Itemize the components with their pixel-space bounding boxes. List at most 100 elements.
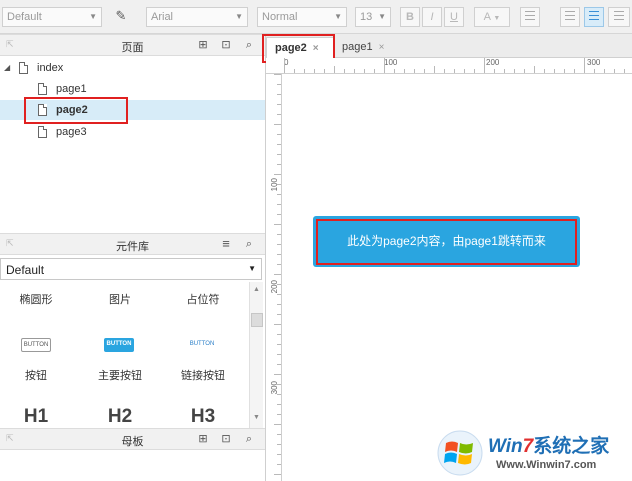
ruler-tick	[574, 69, 575, 73]
scrollbar-thumb[interactable]	[251, 313, 263, 327]
format-painter-icon[interactable]: ✎	[110, 7, 132, 27]
ruler-tick	[277, 84, 281, 85]
ruler-tick	[464, 69, 465, 73]
library-item-image[interactable]: 图片	[90, 291, 150, 307]
design-canvas[interactable]	[283, 75, 632, 481]
tree-item-page3[interactable]: page3	[0, 122, 265, 142]
font-weight-select[interactable]: Normal ▼	[257, 7, 347, 27]
ruler-tick	[594, 69, 595, 73]
pages-panel-header: ⇱ 页面 ⊞ ⊡ ⌕	[0, 34, 265, 56]
masters-panel-header: ⇱ 母板 ⊞ ⊡ ⌕	[0, 428, 265, 450]
ruler-tick	[624, 69, 625, 73]
tree-item-index[interactable]: ◢ index	[0, 58, 265, 78]
highlight-content-box	[316, 219, 577, 265]
library-item-placeholder[interactable]: 占位符	[173, 291, 233, 307]
ruler-tick	[274, 474, 281, 475]
ruler-tick	[524, 69, 525, 73]
search-icon[interactable]: ⌕	[242, 237, 256, 251]
font-color-button[interactable]: A ▼	[474, 7, 510, 27]
font-family-select[interactable]: Arial ▼	[146, 7, 248, 27]
search-icon[interactable]: ⌕	[242, 38, 256, 52]
scroll-up-icon[interactable]: ▲	[253, 286, 260, 293]
ruler-tick	[277, 154, 281, 155]
library-item-primary-button[interactable]: 主要按钮	[90, 367, 150, 383]
horizontal-ruler: 0 100 200 300	[266, 58, 632, 74]
ruler-tick	[277, 114, 281, 115]
ruler-tick	[394, 69, 395, 73]
ruler-tick	[277, 134, 281, 135]
ruler-tick	[277, 104, 281, 105]
ruler-tick	[414, 69, 415, 73]
chevron-down-icon: ▼	[493, 15, 501, 22]
primary-button-thumbnail[interactable]: BUTTON	[104, 338, 134, 352]
ruler-tick	[277, 234, 281, 235]
ruler-tick	[344, 69, 345, 73]
tab-page1[interactable]: page1 ×	[334, 37, 396, 58]
ruler-tick	[277, 244, 281, 245]
page-icon	[38, 83, 47, 95]
align-left-icon[interactable]	[560, 7, 580, 27]
ruler-tick	[274, 374, 281, 375]
library-item-link-button[interactable]: 链接按钮	[173, 367, 233, 383]
ruler-tick	[614, 69, 615, 73]
ruler-tick	[277, 214, 281, 215]
ruler-tick	[534, 66, 535, 73]
ruler-tick	[364, 69, 365, 73]
page-icon	[19, 62, 28, 74]
library-scrollbar[interactable]: ▲ ▼	[249, 282, 263, 428]
add-master-icon[interactable]: ⊞	[196, 432, 210, 446]
link-button-thumbnail[interactable]: BUTTON	[187, 338, 217, 352]
ruler-tick	[277, 254, 281, 255]
ruler-tick	[277, 334, 281, 335]
library-panel-header: ⇱ 元件库 ≡ ⌕	[0, 233, 265, 255]
ruler-tick	[304, 69, 305, 73]
ruler-tick	[474, 69, 475, 73]
library-item-button[interactable]: 按钮	[6, 367, 66, 383]
library-item-h3[interactable]: H3	[173, 406, 233, 428]
ruler-tick	[277, 204, 281, 205]
ruler-tick	[277, 294, 281, 295]
watermark-url: Www.Winwin7.com	[496, 459, 597, 471]
add-folder-icon[interactable]: ⊡	[219, 38, 233, 52]
ruler-tick	[277, 364, 281, 365]
ruler-tick	[284, 58, 285, 73]
page-icon	[38, 126, 47, 138]
style-select[interactable]: Default ▼	[2, 7, 102, 27]
ruler-tick	[277, 164, 281, 165]
windows-logo-icon	[437, 430, 483, 476]
list-icon[interactable]	[520, 7, 540, 27]
close-icon[interactable]: ×	[379, 42, 385, 53]
ruler-tick	[554, 69, 555, 73]
add-folder-icon[interactable]: ⊡	[219, 432, 233, 446]
highlight-page2-tree	[24, 97, 128, 124]
underline-button[interactable]: U	[444, 7, 464, 27]
italic-button[interactable]: I	[422, 7, 442, 27]
menu-icon[interactable]: ≡	[219, 237, 233, 251]
ruler-tick	[294, 69, 295, 73]
library-item-h2[interactable]: H2	[90, 406, 150, 428]
align-center-icon[interactable]	[584, 7, 604, 27]
scroll-down-icon[interactable]: ▼	[253, 414, 260, 421]
library-select[interactable]: Default ▼	[0, 258, 262, 280]
ruler-tick	[494, 69, 495, 73]
ruler-tick	[277, 344, 281, 345]
ruler-tick	[277, 94, 281, 95]
expand-triangle-icon[interactable]: ◢	[4, 58, 10, 78]
ruler-tick	[424, 69, 425, 73]
ruler-tick	[314, 69, 315, 73]
font-size-select[interactable]: 13 ▼	[355, 7, 391, 27]
ruler-tick	[277, 414, 281, 415]
add-page-icon[interactable]: ⊞	[196, 38, 210, 52]
library-item-h1[interactable]: H1	[6, 406, 66, 428]
ruler-tick	[277, 394, 281, 395]
align-right-icon[interactable]	[608, 7, 630, 27]
tree-item-page1[interactable]: page1	[0, 79, 265, 99]
ruler-tick	[277, 404, 281, 405]
ruler-tick	[277, 354, 281, 355]
ruler-tick	[274, 324, 281, 325]
search-icon[interactable]: ⌕	[242, 432, 256, 446]
bold-button[interactable]: B	[400, 7, 420, 27]
library-item-ellipse[interactable]: 椭圆形	[6, 291, 66, 307]
ruler-tick	[274, 424, 281, 425]
button-thumbnail[interactable]: BUTTON	[21, 338, 51, 352]
